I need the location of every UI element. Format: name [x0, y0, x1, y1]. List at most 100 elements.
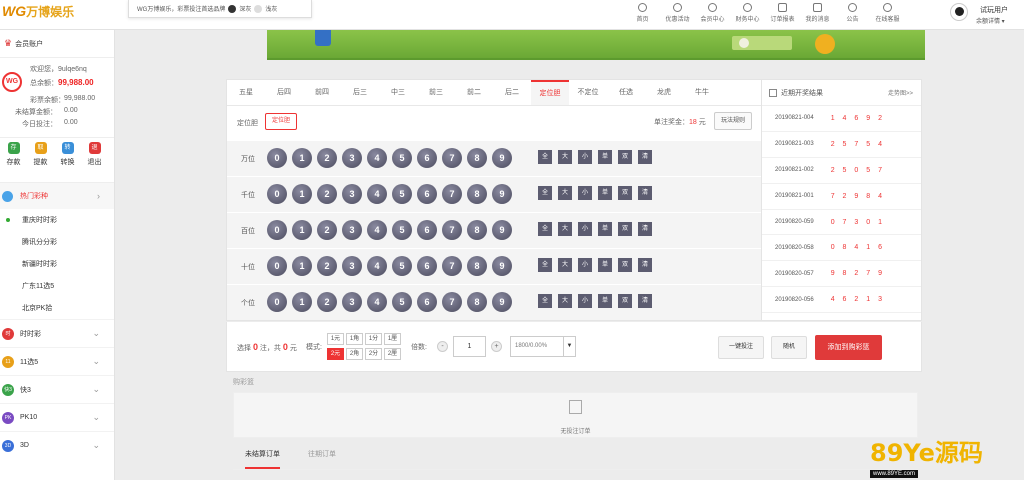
digit-ball[interactable]: 7	[442, 256, 462, 276]
mode-2jiao[interactable]: 2角	[346, 348, 363, 360]
mode-1jiao[interactable]: 1角	[346, 333, 363, 345]
tab-play-9[interactable]: 不定位	[569, 80, 607, 105]
add-to-cart-button[interactable]: 添加到购彩篮	[815, 335, 882, 360]
quick-select-button[interactable]: 小	[578, 222, 592, 236]
tab-play-4[interactable]: 中三	[379, 80, 417, 105]
nav-announcements[interactable]: 公告	[835, 0, 870, 30]
mode-2fen[interactable]: 2分	[365, 348, 382, 360]
digit-ball[interactable]: 5	[392, 220, 412, 240]
mode-1li[interactable]: 1厘	[384, 333, 401, 345]
multiplier-increase-button[interactable]: +	[491, 341, 502, 352]
digit-ball[interactable]: 6	[417, 148, 437, 168]
mode-1yuan[interactable]: 1元	[327, 333, 344, 345]
hot-games-toggle[interactable]: 热门彩种 ›	[0, 183, 114, 209]
tab-play-2[interactable]: 前四	[303, 80, 341, 105]
digit-ball[interactable]: 5	[392, 184, 412, 204]
digit-ball[interactable]: 5	[392, 148, 412, 168]
multiplier-decrease-button[interactable]: -	[437, 341, 448, 352]
digit-ball[interactable]: 5	[392, 256, 412, 276]
category-3d[interactable]: 3D 3D ⌄	[0, 431, 114, 459]
digit-ball[interactable]: 3	[342, 220, 362, 240]
quick-select-button[interactable]: 小	[578, 150, 592, 164]
sidebar-item-cqssc[interactable]: 重庆时时彩	[0, 209, 114, 231]
digit-ball[interactable]: 2	[317, 256, 337, 276]
tab-play-6[interactable]: 前二	[455, 80, 493, 105]
multiplier-input[interactable]: 1	[453, 336, 486, 357]
digit-ball[interactable]: 1	[292, 220, 312, 240]
tab-play-12[interactable]: 牛牛	[683, 80, 721, 105]
digit-ball[interactable]: 4	[367, 256, 387, 276]
theme-dark-label[interactable]: 深灰	[239, 4, 251, 13]
sidebar-item-bjpk10[interactable]: 北京PK拾	[0, 297, 114, 319]
quick-select-button[interactable]: 全	[538, 294, 552, 308]
theme-light-label[interactable]: 浅灰	[265, 4, 277, 13]
tab-play-5[interactable]: 前三	[417, 80, 455, 105]
quick-select-button[interactable]: 大	[558, 222, 572, 236]
tab-play-7[interactable]: 后二	[493, 80, 531, 105]
quick-select-button[interactable]: 双	[618, 258, 632, 272]
sidebar-item-gd11x5[interactable]: 广东11选5	[0, 275, 114, 297]
quick-select-button[interactable]: 大	[558, 294, 572, 308]
digit-ball[interactable]: 6	[417, 184, 437, 204]
digit-ball[interactable]: 3	[342, 256, 362, 276]
deposit-button[interactable]: 存存款	[0, 138, 27, 182]
digit-ball[interactable]: 9	[492, 220, 512, 240]
quick-select-button[interactable]: 清	[638, 294, 652, 308]
quick-select-button[interactable]: 大	[558, 150, 572, 164]
digit-ball[interactable]: 0	[267, 256, 287, 276]
rebate-select[interactable]: 1800/0.00% ▼	[510, 336, 576, 357]
digit-ball[interactable]: 7	[442, 184, 462, 204]
digit-ball[interactable]: 7	[442, 220, 462, 240]
sidebar-item-txffc[interactable]: 腾讯分分彩	[0, 231, 114, 253]
quick-select-button[interactable]: 双	[618, 150, 632, 164]
quick-select-button[interactable]: 大	[558, 186, 572, 200]
nav-member-center[interactable]: 会员中心	[695, 0, 730, 30]
quick-select-button[interactable]: 全	[538, 186, 552, 200]
digit-ball[interactable]: 0	[267, 184, 287, 204]
quick-select-button[interactable]: 全	[538, 258, 552, 272]
digit-ball[interactable]: 8	[467, 184, 487, 204]
digit-ball[interactable]: 8	[467, 292, 487, 312]
sidebar-item-xjssc[interactable]: 新疆时时彩	[0, 253, 114, 275]
tab-unsettled-orders[interactable]: 未结算订单	[245, 442, 280, 469]
quick-select-button[interactable]: 单	[598, 222, 612, 236]
digit-ball[interactable]: 6	[417, 220, 437, 240]
digit-ball[interactable]: 1	[292, 148, 312, 168]
trend-chart-link[interactable]: 走势图>>	[888, 88, 913, 97]
digit-ball[interactable]: 0	[267, 292, 287, 312]
quick-select-button[interactable]: 清	[638, 186, 652, 200]
quick-select-button[interactable]: 双	[618, 222, 632, 236]
category-11x5[interactable]: 11 11选5 ⌄	[0, 347, 114, 375]
quick-select-button[interactable]: 大	[558, 258, 572, 272]
digit-ball[interactable]: 0	[267, 220, 287, 240]
quick-select-button[interactable]: 单	[598, 294, 612, 308]
nav-finance[interactable]: 财务中心	[730, 0, 765, 30]
user-menu[interactable]: 试玩用户 余额详情 ▾	[948, 0, 1024, 30]
tab-play-0[interactable]: 五星	[227, 80, 265, 105]
digit-ball[interactable]: 4	[367, 184, 387, 204]
quick-select-button[interactable]: 单	[598, 186, 612, 200]
quick-select-button[interactable]: 全	[538, 222, 552, 236]
promo-banner[interactable]	[267, 30, 925, 60]
digit-ball[interactable]: 5	[392, 292, 412, 312]
withdraw-button[interactable]: 取提款	[27, 138, 54, 182]
digit-ball[interactable]: 9	[492, 256, 512, 276]
digit-ball[interactable]: 9	[492, 184, 512, 204]
digit-ball[interactable]: 2	[317, 220, 337, 240]
mode-2li[interactable]: 2厘	[384, 348, 401, 360]
digit-ball[interactable]: 1	[292, 184, 312, 204]
digit-ball[interactable]: 1	[292, 256, 312, 276]
logout-button[interactable]: 退退出	[81, 138, 108, 182]
quick-select-button[interactable]: 双	[618, 186, 632, 200]
nav-promotions[interactable]: 优惠活动	[660, 0, 695, 30]
one-click-bet-button[interactable]: 一键投注	[718, 336, 764, 359]
quick-select-button[interactable]: 小	[578, 294, 592, 308]
digit-ball[interactable]: 7	[442, 292, 462, 312]
mode-2yuan[interactable]: 2元	[327, 348, 344, 360]
digit-ball[interactable]: 4	[367, 292, 387, 312]
nav-support[interactable]: 在线客服	[870, 0, 905, 30]
quick-select-button[interactable]: 双	[618, 294, 632, 308]
site-logo[interactable]: WG万博娱乐	[2, 3, 74, 20]
digit-ball[interactable]: 3	[342, 184, 362, 204]
digit-ball[interactable]: 2	[317, 148, 337, 168]
